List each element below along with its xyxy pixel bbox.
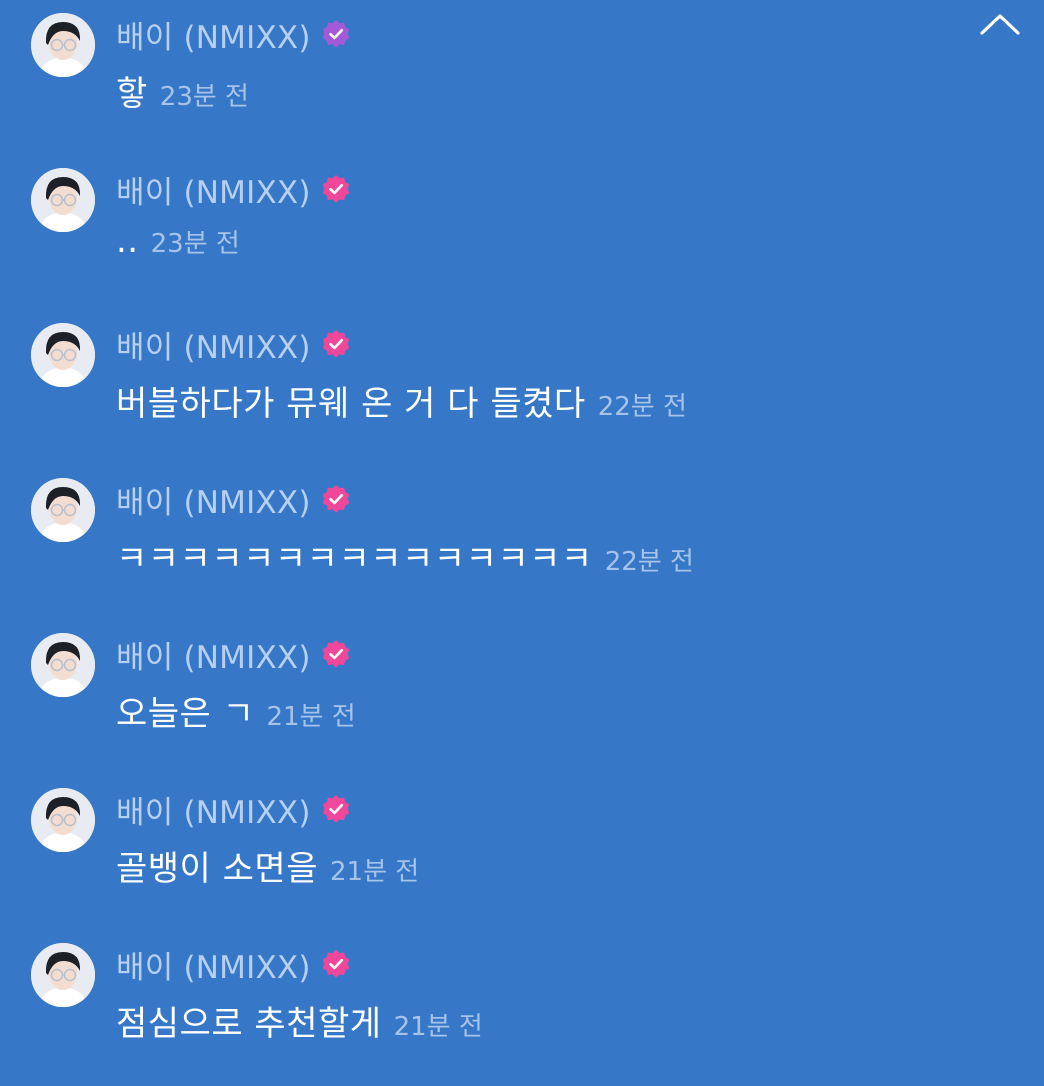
verified-badge-icon [321,19,351,49]
author-name: 배이 (NMIXX) [116,794,311,831]
author-name: 배이 (NMIXX) [116,19,311,56]
chat-message-list: 배이 (NMIXX) 핳 23분 전 배이 (NMIXX) .. 23분 전 배… [0,0,1044,1059]
message-item: 배이 (NMIXX) .. 23분 전 [0,161,1044,311]
message-text: 오늘은 ㄱ [116,694,255,734]
message-text: 핳 [116,74,148,114]
avatar[interactable] [31,323,95,387]
message-timestamp: 22분 전 [597,392,687,422]
message-text: 버블하다가 뮤웨 온 거 다 들켰다 [116,384,586,424]
message-timestamp: 21분 전 [266,702,356,732]
message-timestamp: 23분 전 [159,82,249,112]
verified-badge-icon [321,639,351,669]
message-text: ㅋㅋㅋㅋㅋㅋㅋㅋㅋㅋㅋㅋㅋㅋㅋ [116,539,593,579]
avatar[interactable] [31,943,95,1007]
message-timestamp: 21분 전 [393,1012,483,1042]
verified-badge-icon [321,174,351,204]
avatar[interactable] [31,13,95,77]
message-text: 골뱅이 소면을 [116,849,318,889]
verified-badge-icon [321,949,351,979]
message-item: 배이 (NMIXX) 버블하다가 뮤웨 온 거 다 들켰다 22분 전 [0,316,1044,466]
author-name: 배이 (NMIXX) [116,329,311,366]
message-timestamp: 21분 전 [330,857,420,887]
message-item: 배이 (NMIXX) ㅋㅋㅋㅋㅋㅋㅋㅋㅋㅋㅋㅋㅋㅋㅋ 22분 전 [0,471,1044,621]
message-text: .. [116,221,139,261]
collapse-button[interactable] [978,6,1022,42]
author-name: 배이 (NMIXX) [116,949,311,986]
avatar[interactable] [31,788,95,852]
message-item: 배이 (NMIXX) 핳 23분 전 [0,6,1044,156]
message-item: 배이 (NMIXX) 골뱅이 소면을 21분 전 [0,781,1044,931]
message-item: 배이 (NMIXX) 오늘은 ㄱ 21분 전 [0,626,1044,776]
chevron-up-icon [980,14,1020,35]
verified-badge-icon [321,484,351,514]
message-timestamp: 22분 전 [604,547,694,577]
avatar[interactable] [31,633,95,697]
message-item: 배이 (NMIXX) 점심으로 추천할게 21분 전 [0,936,1044,1086]
author-name: 배이 (NMIXX) [116,174,311,211]
avatar[interactable] [31,168,95,232]
author-name: 배이 (NMIXX) [116,639,311,676]
message-timestamp: 23분 전 [150,229,240,259]
message-text: 점심으로 추천할게 [116,1004,382,1044]
avatar[interactable] [31,478,95,542]
verified-badge-icon [321,329,351,359]
verified-badge-icon [321,794,351,824]
author-name: 배이 (NMIXX) [116,484,311,521]
